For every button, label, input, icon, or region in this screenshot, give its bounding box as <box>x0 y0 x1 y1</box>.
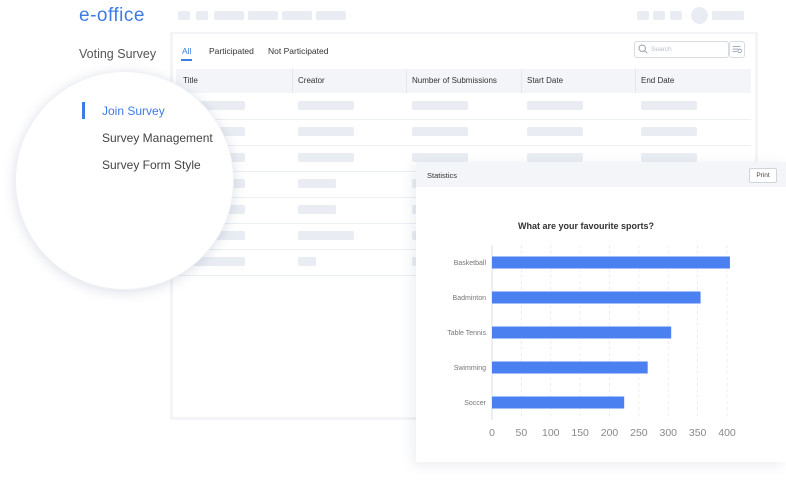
cell-placeholder <box>298 101 354 110</box>
nav-placeholder <box>282 11 312 20</box>
x-tick-label: 150 <box>571 427 589 439</box>
x-tick-label: 350 <box>689 427 707 439</box>
tab-participated[interactable]: Participated <box>209 46 254 56</box>
column-divider <box>635 69 636 93</box>
bar-soccer[interactable] <box>492 396 625 409</box>
column-divider <box>292 69 293 93</box>
cell-placeholder <box>641 153 697 162</box>
cell-placeholder <box>298 205 336 214</box>
x-tick-label: 300 <box>659 427 677 439</box>
bar-swimming[interactable] <box>492 361 648 374</box>
x-tick-label: 400 <box>718 427 736 439</box>
cell-placeholder <box>527 153 583 162</box>
bar-basketball[interactable] <box>492 256 730 269</box>
cell-placeholder <box>298 153 354 162</box>
nav-placeholder <box>214 11 244 20</box>
cell-placeholder <box>412 127 468 136</box>
cell-placeholder <box>412 153 468 162</box>
cell-placeholder <box>527 127 583 136</box>
nav-placeholder <box>248 11 278 20</box>
category-label: Table Tennis <box>447 330 486 337</box>
search-input[interactable] <box>634 41 729 58</box>
category-label: Soccer <box>464 400 486 407</box>
header-icon-placeholder <box>670 11 682 20</box>
active-tab-indicator <box>181 59 192 61</box>
category-label: Swimming <box>454 365 486 372</box>
search-placeholder: Search <box>651 46 672 53</box>
avatar[interactable] <box>691 7 708 24</box>
chart-title: What are your favourite sports? <box>517 221 655 231</box>
filter-button[interactable] <box>729 41 745 58</box>
x-tick-label: 200 <box>601 427 619 439</box>
menu-item-survey-form-style[interactable]: Survey Form Style <box>102 158 201 172</box>
statistics-header <box>416 162 786 187</box>
cell-placeholder <box>298 179 336 188</box>
bar-badminton[interactable] <box>492 291 701 304</box>
nav-placeholder <box>196 11 208 20</box>
column-divider <box>406 69 407 93</box>
cell-placeholder <box>298 231 354 240</box>
column-header-end-date[interactable]: End Date <box>641 76 674 85</box>
row-divider <box>176 145 751 146</box>
x-tick-label: 250 <box>630 427 648 439</box>
app-logo[interactable]: e-office <box>79 5 145 27</box>
column-header-start-date[interactable]: Start Date <box>527 76 563 85</box>
menu-item-join-survey[interactable]: Join Survey <box>102 104 165 118</box>
username-placeholder <box>712 11 744 20</box>
cell-placeholder <box>527 101 583 110</box>
cell-placeholder <box>298 127 354 136</box>
tab-all[interactable]: All <box>182 46 191 56</box>
x-tick-label: 100 <box>542 427 560 439</box>
column-header-title[interactable]: Title <box>183 76 198 85</box>
column-header-creator[interactable]: Creator <box>298 76 325 85</box>
filter-icon <box>732 46 742 53</box>
statistics-title: Statistics <box>427 171 458 180</box>
print-button[interactable]: Print <box>749 168 777 183</box>
top-bar: e-office <box>0 0 786 32</box>
x-tick-label: 0 <box>489 427 495 439</box>
bar-table-tennis[interactable] <box>492 326 672 339</box>
nav-placeholder <box>316 11 346 20</box>
row-divider <box>176 119 751 120</box>
category-label: Basketball <box>454 260 487 267</box>
menu-item-survey-management[interactable]: Survey Management <box>102 131 213 145</box>
cell-placeholder <box>412 101 468 110</box>
bar-chart: Basketball Badminton Table Tennis Swimming S… <box>447 245 736 439</box>
tab-not-participated[interactable]: Not Participated <box>268 46 328 56</box>
column-divider <box>521 69 522 93</box>
search-icon <box>638 44 648 54</box>
column-header-submissions[interactable]: Number of Submissions <box>412 76 497 85</box>
cell-placeholder <box>298 257 316 266</box>
cell-placeholder <box>641 101 697 110</box>
active-item-indicator <box>82 102 85 119</box>
x-tick-label: 50 <box>516 427 528 439</box>
category-label: Badminton <box>453 295 487 302</box>
header-icon-placeholder <box>637 11 649 20</box>
sidebar-title: Voting Survey <box>79 47 157 61</box>
nav-placeholder <box>178 11 190 20</box>
header-icon-placeholder <box>653 11 665 20</box>
cell-placeholder <box>641 127 697 136</box>
